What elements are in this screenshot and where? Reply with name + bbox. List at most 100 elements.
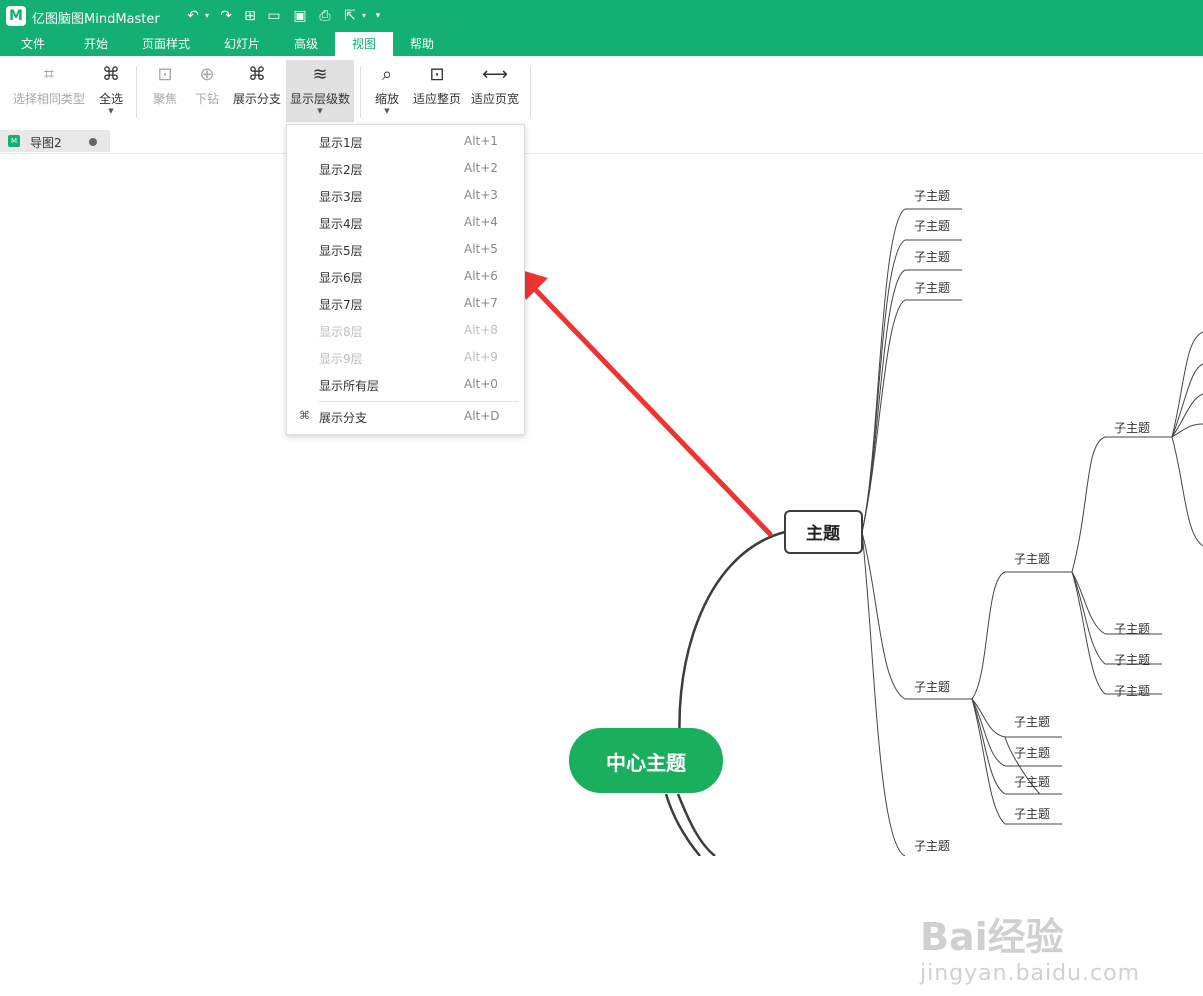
select-all-dropdown-icon: ▼ — [108, 107, 114, 115]
undo-dropdown-icon[interactable]: ▾ — [202, 6, 212, 26]
central-connector-down-1 — [676, 793, 716, 856]
menu-tab-view[interactable]: 视图 — [335, 32, 393, 56]
subtopic-label[interactable]: 子主题 — [914, 250, 950, 264]
drill-down-button[interactable]: ⊕ 下钻 — [188, 60, 226, 122]
layers-icon: ≋ — [312, 64, 328, 85]
save-icon[interactable]: ▣ — [290, 6, 310, 26]
menu-tab-slides[interactable]: 幻灯片 — [212, 32, 272, 56]
menu-item-level-1[interactable]: 显示1层 Alt+1 — [287, 128, 524, 155]
central-topic-node[interactable]: 中心主题 — [569, 728, 723, 793]
document-tab[interactable]: M 导图2 — [0, 130, 110, 152]
subtopic-label[interactable]: 子主题 — [914, 219, 950, 233]
ribbon-toolbar: ⌗ 选择相同类型 ⌘ 全选 ▼ ⊡ 聚焦 ⊕ 下钻 ⌘ 展示分支 ≋ 显示层级数… — [0, 56, 1203, 130]
menu-item-level-3[interactable]: 显示3层 Alt+3 — [287, 182, 524, 209]
ribbon-separator — [530, 66, 531, 118]
subtopic-label[interactable]: 子主题 — [914, 839, 950, 853]
central-connectors — [664, 530, 786, 856]
focus-button[interactable]: ⊡ 聚焦 — [146, 60, 184, 122]
menu-tab-start[interactable]: 开始 — [70, 32, 122, 56]
subtopic-label[interactable]: 子主题 — [1114, 421, 1150, 435]
menu-tab-file[interactable]: 文件 — [8, 32, 58, 56]
menu-item-level-2[interactable]: 显示2层 Alt+2 — [287, 155, 524, 182]
branch-line — [1071, 571, 1106, 695]
menu-item-level-8: 显示8层 Alt+8 — [319, 323, 498, 339]
menu-item-level-6[interactable]: 显示6层 Alt+6 — [287, 263, 524, 290]
subtopic-label[interactable]: 子主题 — [1114, 653, 1150, 667]
customize-quick-access-icon[interactable]: ▾ — [372, 6, 384, 26]
xmind-file-icon: M — [8, 135, 20, 147]
ribbon-separator — [360, 66, 361, 118]
zoom-button[interactable]: ⌕ 缩放 ▼ — [370, 60, 404, 122]
show-levels-dropdown-menu: 显示1层 Alt+1 显示2层 Alt+2 显示3层 Alt+3 显示4层 Al… — [286, 124, 525, 435]
menu-item-show-branch[interactable]: ⌘ 展示分支 Alt+D — [287, 403, 524, 430]
fit-page-icon: ⊡ — [429, 64, 445, 85]
export-dropdown-icon[interactable]: ▾ — [359, 6, 369, 26]
menu-tab-advanced[interactable]: 高级 — [282, 32, 330, 56]
main-topic-label: 主题 — [806, 523, 841, 544]
branch-line — [1171, 363, 1203, 438]
watermark-brand: Bai经验 — [920, 915, 1064, 959]
annotation-arrow — [514, 268, 773, 537]
subtopic-label[interactable]: 子主题 — [914, 281, 950, 295]
branch-line — [861, 531, 906, 856]
branch-line — [1171, 436, 1203, 547]
magnifier-icon: ⌕ — [381, 64, 393, 85]
branch-line — [971, 698, 1006, 767]
redo-icon[interactable]: ↷ — [216, 6, 236, 26]
branch-line — [1071, 571, 1106, 635]
menu-tab-page-style[interactable]: 页面样式 — [132, 32, 200, 56]
menu-item-level-7[interactable]: 显示7层 Alt+7 — [287, 290, 524, 317]
menu-item-all-levels[interactable]: 显示所有层 Alt+0 — [287, 371, 524, 398]
menu-separator — [319, 401, 519, 402]
menu-item-level-5[interactable]: 显示5层 Alt+5 — [287, 236, 524, 263]
mindmap-canvas[interactable]: 子主题 子主题 子主题 子主题 子主题 子主题 子主题 子主题 子主题 子主题 … — [0, 154, 1203, 986]
subtopic-label[interactable]: 子主题 — [1014, 715, 1050, 729]
subtopic-label[interactable]: 子主题 — [1014, 775, 1050, 789]
subtopic-label[interactable]: 子主题 — [1014, 807, 1050, 821]
show-levels-button[interactable]: ≋ 显示层级数 ▼ — [286, 60, 354, 122]
subtopic-label[interactable]: 子主题 — [1114, 684, 1150, 698]
new-file-icon[interactable]: ⊞ — [240, 6, 260, 26]
unsaved-indicator-icon — [89, 138, 97, 146]
arrow-up-circle-icon: ⊕ — [199, 64, 215, 85]
fit-page-button[interactable]: ⊡ 适应整页 — [410, 60, 464, 122]
select-same-type-icon: ⌗ — [43, 64, 55, 85]
undo-icon[interactable]: ↶ — [182, 6, 204, 26]
subtopic-labels: 子主题 子主题 子主题 子主题 子主题 子主题 子主题 子主题 子主题 子主题 … — [914, 189, 1150, 853]
subtopic-label[interactable]: 子主题 — [1014, 552, 1050, 566]
watermark-url: jingyan.baidu.com — [920, 961, 1141, 986]
mindmap-svg: 子主题 子主题 子主题 子主题 子主题 子主题 子主题 子主题 子主题 子主题 … — [514, 189, 1203, 856]
focus-icon: ⊡ — [157, 64, 173, 85]
menu-item-level-4[interactable]: 显示4层 Alt+4 — [287, 209, 524, 236]
fit-width-button[interactable]: ⟷ 适应页宽 — [468, 60, 522, 122]
show-branch-icon: ⌘ — [248, 64, 266, 85]
menu-tab-help[interactable]: 帮助 — [398, 32, 446, 56]
select-all-icon: ⌘ — [102, 64, 120, 85]
subtopic-label[interactable]: 子主题 — [1014, 746, 1050, 760]
menu-bar: 文件 开始 页面样式 幻灯片 高级 视图 帮助 — [0, 32, 1203, 56]
ribbon-separator — [136, 66, 137, 118]
show-levels-dropdown-icon: ▼ — [317, 107, 323, 115]
print-icon[interactable]: ⎙ — [314, 6, 336, 26]
central-topic-label: 中心主题 — [606, 751, 687, 775]
show-branch-icon: ⌘ — [299, 409, 310, 422]
select-all-button[interactable]: ⌘ 全选 ▼ — [94, 60, 128, 122]
export-icon[interactable]: ⇱ — [340, 6, 360, 26]
annotation-arrow-shaft — [527, 281, 773, 537]
app-title: 亿图脑图MindMaster — [32, 12, 160, 27]
document-tab-name: 导图2 — [30, 136, 62, 150]
open-folder-icon[interactable]: ▭ — [264, 6, 284, 26]
main-topic-node[interactable]: 主题 — [784, 510, 863, 554]
branch-line — [1071, 436, 1106, 573]
branch-line — [971, 571, 1006, 700]
show-branch-button[interactable]: ⌘ 展示分支 — [230, 60, 284, 122]
title-bar: M 亿图脑图MindMaster ↶ ▾ ↷ ⊞ ▭ ▣ ⎙ ⇱ ▾ ▾ — [0, 0, 1203, 32]
watermark: Bai经验 jingyan.baidu.com — [920, 906, 1200, 996]
subtopic-label[interactable]: 子主题 — [914, 189, 950, 203]
zoom-dropdown-icon: ▼ — [384, 107, 390, 115]
document-tab-bar: M 导图2 — [0, 129, 1203, 154]
subtopic-label[interactable]: 子主题 — [1114, 622, 1150, 636]
subtopic-label[interactable]: 子主题 — [914, 680, 950, 694]
select-same-type-button[interactable]: ⌗ 选择相同类型 — [8, 60, 90, 122]
branch-line — [861, 531, 906, 700]
